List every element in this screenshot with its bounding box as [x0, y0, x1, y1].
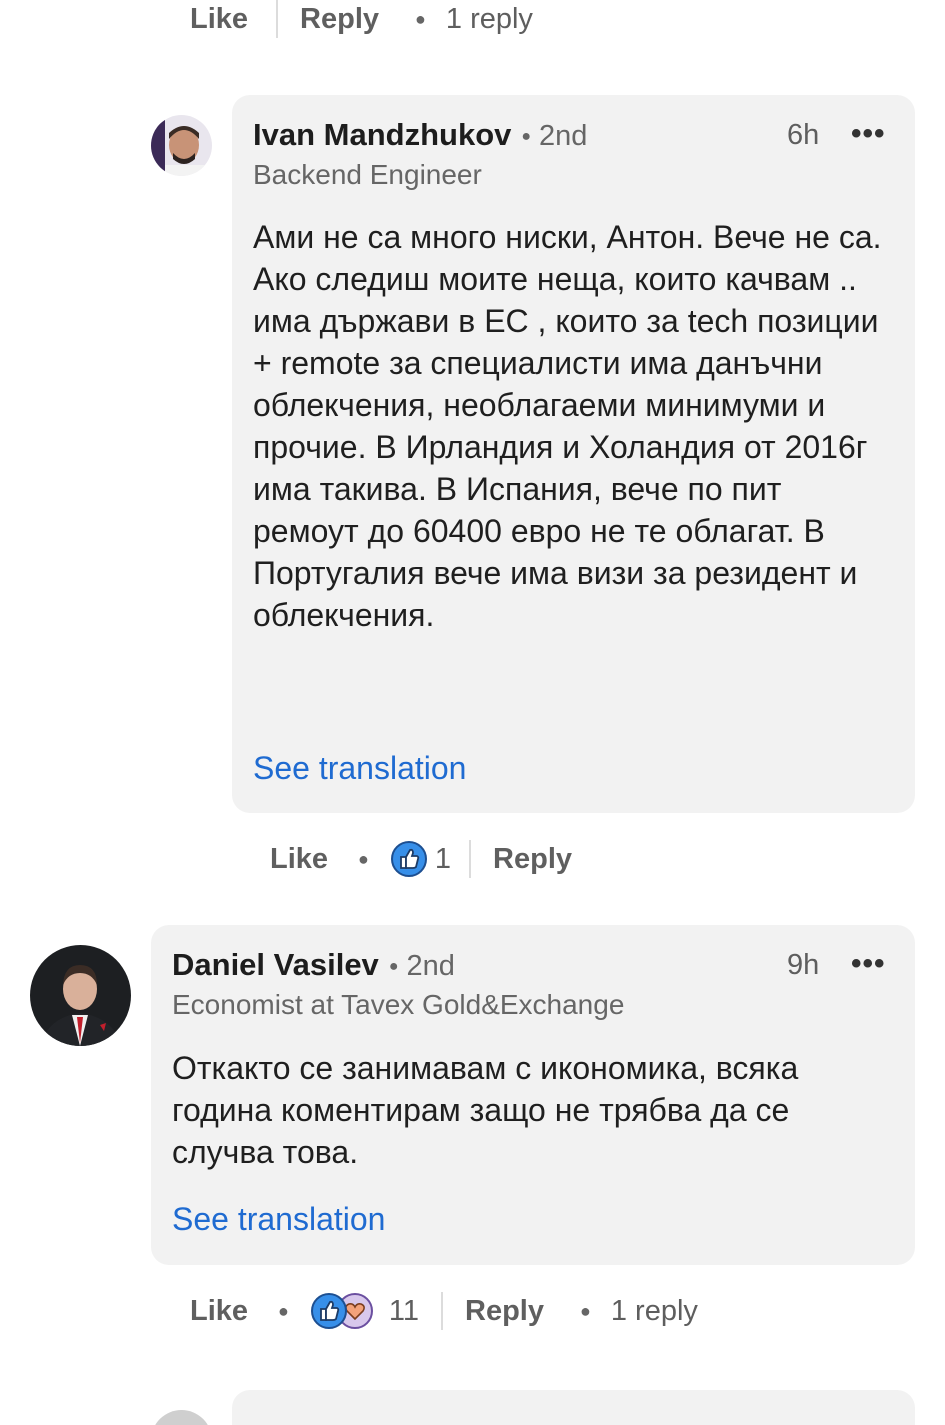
author-name[interactable]: Ivan Mandzhukov [253, 117, 511, 152]
avatar[interactable] [151, 1410, 212, 1425]
more-options-icon[interactable]: ••• [851, 947, 886, 981]
like-button[interactable]: Like [190, 1295, 248, 1328]
comment-action-bar: Like ● 11 Reply ● 1 reply [190, 1292, 698, 1330]
avatar[interactable] [151, 115, 212, 176]
comment-bubble: Ivan Mandzhukov ● 2nd 6h ••• Backend Engin… [232, 95, 915, 813]
comment-text: Откакто се занимавам с икономика, всяка … [172, 1050, 799, 1170]
comment-action-bar: Like ● 1 Reply [270, 840, 572, 878]
avatar[interactable] [30, 945, 131, 1046]
connection-degree: ● 2nd [521, 120, 588, 152]
reply-button[interactable]: Reply [465, 1295, 544, 1328]
avatar-photo-icon [30, 945, 131, 1046]
timestamp: 6h [787, 119, 820, 151]
divider [276, 0, 279, 38]
like-thumb-icon[interactable] [390, 841, 427, 877]
author-name-line: Ivan Mandzhukov ● 2nd [253, 117, 587, 153]
separator-dot: ● [278, 1300, 289, 1321]
more-options-icon[interactable]: ••• [851, 117, 886, 151]
separator-dot: ● [415, 8, 426, 29]
reaction-count[interactable]: 1 [435, 843, 451, 876]
reply-button[interactable]: Reply [493, 843, 572, 876]
like-button[interactable]: Like [190, 3, 248, 36]
divider [469, 840, 472, 878]
author-name-line: Daniel Vasilev ● 2nd [172, 947, 455, 983]
replies-link[interactable]: 1 reply [611, 1295, 698, 1328]
like-button[interactable]: Like [270, 843, 328, 876]
author-headline: Economist at Tavex Gold&Exchange [172, 989, 625, 1020]
like-thumb-icon [310, 1293, 347, 1329]
separator-dot: ● [580, 1300, 591, 1321]
reaction-count[interactable]: 11 [389, 1295, 419, 1328]
separator-dot: ● [358, 848, 369, 869]
replies-link[interactable]: 1 reply [446, 3, 533, 36]
timestamp: 9h [787, 949, 820, 981]
avatar-photo-icon [151, 115, 212, 176]
divider [441, 1292, 444, 1330]
reply-button[interactable]: Reply [300, 3, 379, 36]
author-headline: Backend Engineer [253, 159, 482, 190]
reaction-icons[interactable] [310, 1293, 373, 1329]
see-translation-link[interactable]: See translation [172, 1201, 385, 1238]
see-translation-link[interactable]: See translation [253, 750, 466, 787]
author-name[interactable]: Daniel Vasilev [172, 947, 379, 982]
connection-degree: ● 2nd [388, 950, 455, 982]
comment-text: Ами не са много ниски, Антон. Вече не са… [253, 219, 882, 633]
comment-bubble: Daniel Vasilev ● 2nd 9h ••• Economist at T… [151, 925, 915, 1265]
comment-bubble-next [232, 1390, 915, 1425]
top-action-bar: Like Reply ● 1 reply [190, 0, 533, 38]
